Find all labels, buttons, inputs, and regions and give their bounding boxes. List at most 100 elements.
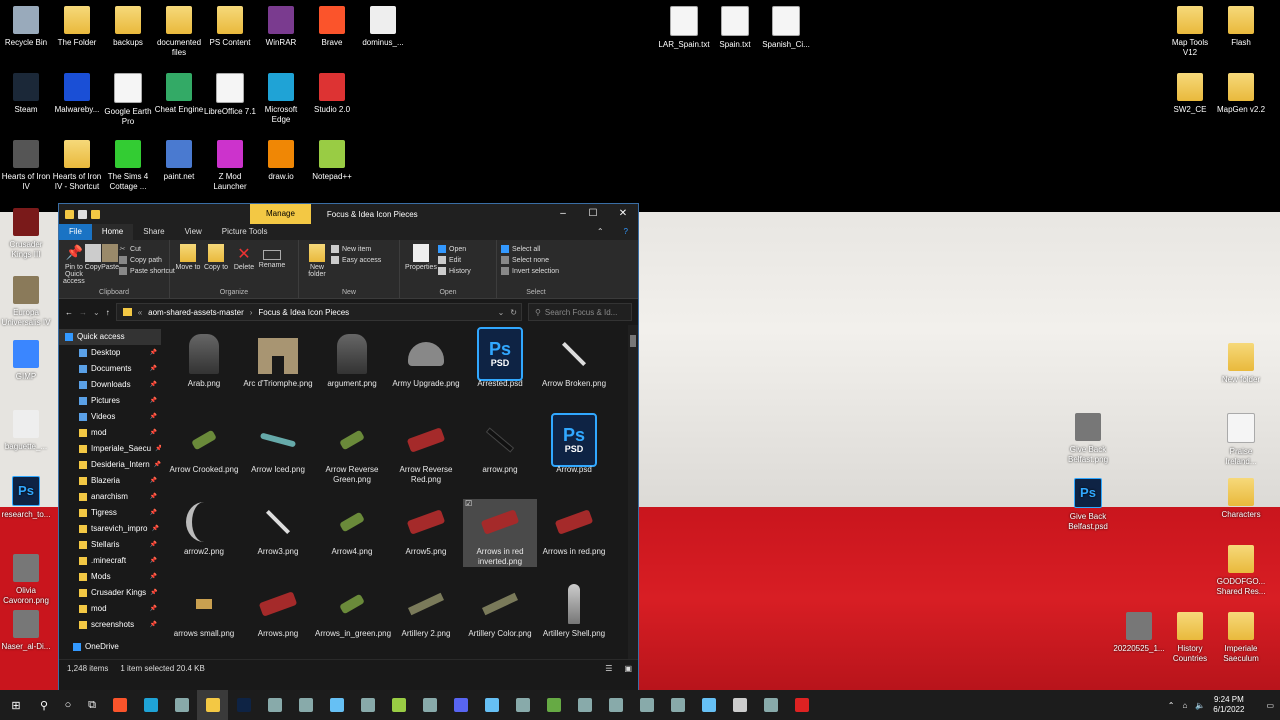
tab-home[interactable]: Home [91, 224, 134, 240]
collapse-ribbon-icon[interactable]: ⌃ [587, 224, 614, 240]
nav-item[interactable]: Stellaris 📌 [59, 537, 161, 553]
nav-quick-access[interactable]: Quick access [59, 329, 161, 345]
desktop-icon[interactable]: New folder [1215, 343, 1267, 385]
file-item[interactable]: Arrows_in_green.png [315, 581, 391, 639]
desktop-icon[interactable]: The Sims 4 Cottage ... [102, 140, 154, 192]
desktop-icon[interactable]: draw.io [255, 140, 307, 182]
back-arrow-icon[interactable]: ← [65, 308, 73, 317]
tab-view[interactable]: View [175, 224, 212, 240]
file-item[interactable]: arrow.png [463, 417, 537, 475]
nav-item[interactable]: Mods 📌 [59, 569, 161, 585]
up-arrow-icon[interactable]: ↑ [106, 308, 110, 317]
tab-share[interactable]: Share [133, 224, 174, 240]
cortana-icon[interactable]: ○ [56, 690, 80, 720]
search-icon[interactable]: ⚲ [32, 690, 56, 720]
large-icons-view-icon[interactable]: ▣ [624, 664, 632, 673]
doc-icon[interactable] [755, 690, 786, 720]
forward-arrow-icon[interactable]: → [79, 308, 87, 317]
desktop-icon[interactable]: The Folder [51, 6, 103, 48]
desktop-icon[interactable]: Recycle Bin [0, 6, 52, 48]
new-folder-button[interactable]: New folder [303, 244, 331, 278]
open-button[interactable]: Open [438, 245, 471, 253]
title-bar[interactable]: Manage Focus & Idea Icon Pieces – ☐ ✕ [59, 204, 638, 224]
desktop-icon[interactable]: Brave [306, 6, 358, 48]
nav-item[interactable]: .minecraft 📌 [59, 553, 161, 569]
desktop-icon[interactable]: paint.net [153, 140, 205, 182]
search-input[interactable]: ⚲ Search Focus & Id... [528, 303, 632, 321]
nav-item[interactable]: mod 📌 [59, 425, 161, 441]
desktop-icon[interactable]: 20220525_1... [1113, 612, 1165, 654]
nav-item[interactable]: anarchism 📌 [59, 489, 161, 505]
invert-selection-button[interactable]: Invert selection [501, 267, 559, 275]
details-view-icon[interactable]: ☰ [605, 664, 612, 673]
desktop-icon[interactable]: Give Back Belfast.png [1062, 413, 1114, 465]
discord-icon[interactable] [445, 690, 476, 720]
address-dropdown-icon[interactable]: ⌄ [498, 308, 505, 317]
file-item[interactable]: argument.png [315, 331, 389, 389]
desktop-icon[interactable]: GODOFGO... Shared Res... [1215, 545, 1267, 597]
desktop-icon[interactable]: Praise Ireland... [1215, 413, 1267, 467]
file-item[interactable]: Ps PSD Arrow.psd [537, 413, 611, 475]
nav-item[interactable]: Blazeria 📌 [59, 473, 161, 489]
file-item[interactable]: Artillery 2.png [389, 581, 463, 639]
paintnet-icon[interactable] [290, 690, 321, 720]
nav-item[interactable]: Imperiale_Saecu 📌 [59, 441, 161, 457]
paste-shortcut-button[interactable]: Paste shortcut [119, 267, 175, 275]
steam-icon[interactable] [321, 690, 352, 720]
desktop-icon[interactable]: Flash [1215, 6, 1267, 48]
select-none-button[interactable]: Select none [501, 256, 559, 264]
heart-icon[interactable] [600, 690, 631, 720]
settings-icon[interactable] [166, 690, 197, 720]
network-icon[interactable]: ⌂ [1182, 701, 1187, 710]
new-folder-icon[interactable] [91, 209, 100, 219]
file-item[interactable]: Arrow Broken.png [537, 331, 611, 389]
clock[interactable]: 9:24 PM 6/1/2022 [1213, 695, 1244, 715]
desktop-icon[interactable]: LibreOffice 7.1 [204, 73, 256, 117]
file-item[interactable]: Artillery Color.png [463, 581, 537, 639]
desktop-icon[interactable]: Crusader Kings III [0, 208, 52, 260]
volume-icon[interactable]: 🔈 [1195, 701, 1205, 710]
new-item-button[interactable]: New item [331, 245, 381, 253]
desktop-icon[interactable]: LAR_Spain.txt [658, 6, 710, 50]
doc-icon[interactable] [662, 690, 693, 720]
paint-icon[interactable] [507, 690, 538, 720]
history-button[interactable]: History [438, 267, 471, 275]
nav-item[interactable]: Desktop 📌 [59, 345, 161, 361]
gimp-icon[interactable] [724, 690, 755, 720]
desktop-icon[interactable]: baguette_... [0, 410, 52, 452]
plant-icon[interactable] [631, 690, 662, 720]
nav-item[interactable]: Pictures 📌 [59, 393, 161, 409]
file-item[interactable]: Army Upgrade.png [389, 331, 463, 389]
delete-button[interactable]: ✕ Delete [230, 244, 258, 271]
nav-item[interactable]: Crusader Kings 📌 [59, 585, 161, 601]
refresh-icon[interactable]: ↻ [510, 308, 517, 317]
file-item[interactable]: Arrow5.png [389, 499, 463, 557]
desktop-icon[interactable]: Microsoft Edge [255, 73, 307, 125]
desktop-icon[interactable]: Ps Give Back Belfast.psd [1062, 478, 1114, 532]
desktop-icon[interactable]: Studio 2.0 [306, 73, 358, 115]
file-item[interactable]: Arrows.png [241, 581, 315, 639]
desktop-icon[interactable]: dominus_... [357, 6, 409, 48]
file-item[interactable]: arrow2.png [167, 499, 241, 557]
desktop-icon[interactable]: Hearts of Iron IV - Shortcut [51, 140, 103, 192]
desktop-icon[interactable]: documented files [153, 6, 205, 58]
file-item[interactable]: Arrow Iced.png [241, 417, 315, 475]
breadcrumb-item[interactable]: Focus & Idea Icon Pieces [258, 308, 349, 317]
minecraft-icon[interactable] [538, 690, 569, 720]
notepadpp-icon[interactable] [383, 690, 414, 720]
desktop-icon[interactable]: Europa Universalis IV [0, 276, 52, 328]
desktop-icon[interactable]: Spain.txt [709, 6, 761, 50]
file-item[interactable]: Ps PSD Arrested.psd [463, 327, 537, 389]
file-item[interactable]: Arrows in red inverted.png ☑ [463, 499, 537, 567]
cut-button[interactable]: ✂ Cut [119, 245, 175, 254]
chat-icon[interactable] [414, 690, 445, 720]
desktop-icon[interactable]: Google Earth Pro [102, 73, 154, 127]
desktop-icon[interactable]: Map Tools V12 [1164, 6, 1216, 58]
address-bar[interactable]: « aom-shared-assets-master › Focus & Ide… [115, 303, 522, 321]
desktop-icon[interactable]: Steam [0, 73, 52, 115]
tab-file[interactable]: File [59, 224, 92, 240]
desktop-icon[interactable]: Notepad++ [306, 140, 358, 182]
properties-icon[interactable] [78, 209, 87, 219]
desktop-icon[interactable]: Malwareby... [51, 73, 103, 115]
file-item[interactable]: arrows small.png [167, 581, 241, 639]
